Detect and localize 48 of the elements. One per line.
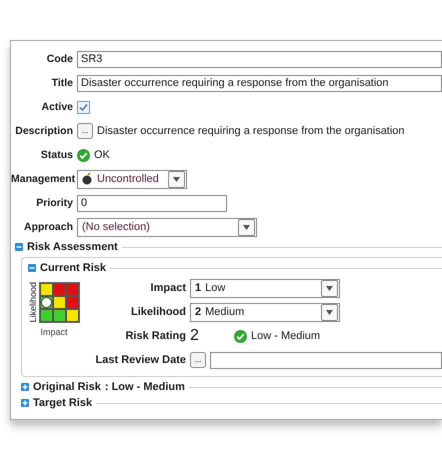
axis-label: Impact xyxy=(40,327,68,337)
field-label: Management xyxy=(11,173,73,185)
collapse-icon[interactable] xyxy=(15,243,23,251)
caret-icon xyxy=(173,176,180,182)
level-number: 2 xyxy=(195,306,202,318)
field-label: Status xyxy=(40,149,73,161)
bomb-icon xyxy=(82,173,93,185)
field-label: Approach xyxy=(22,221,73,233)
checkbox[interactable] xyxy=(77,100,90,114)
text-field[interactable]: SR3 xyxy=(77,50,442,68)
section-summary: : Low - Medium xyxy=(104,381,185,393)
field-label: Likelihood xyxy=(130,306,186,318)
caret-icon xyxy=(243,224,250,230)
dropdown[interactable]: Uncontrolled xyxy=(77,170,187,188)
caret-icon xyxy=(326,310,333,314)
risk-matrix xyxy=(39,282,80,323)
field-label: Risk Rating xyxy=(124,330,186,342)
field-label: Impact xyxy=(150,282,186,294)
text-field[interactable]: 0 xyxy=(77,194,227,212)
rating-text: Low - Medium xyxy=(251,330,320,342)
level-number: 1 xyxy=(195,282,202,294)
section-title: Target Risk xyxy=(33,397,92,409)
collapse-icon[interactable] xyxy=(28,264,36,272)
section-title: Risk Assessment xyxy=(27,241,118,253)
dropdown[interactable]: 2 Medium xyxy=(190,302,340,322)
dropdown[interactable]: (No selection) xyxy=(77,218,257,236)
text-field[interactable]: Disaster occurrence requiring a response from the organisation xyxy=(77,74,442,92)
status-text: OK xyxy=(94,149,110,161)
expand-icon[interactable] xyxy=(21,383,29,391)
field-label: Last Review Date xyxy=(94,354,186,366)
check-circle-icon xyxy=(234,330,247,342)
rating-value: 2 xyxy=(190,327,200,345)
caret-icon xyxy=(326,286,333,290)
ellipsis-button[interactable]: ... xyxy=(77,123,93,139)
field-label: Code xyxy=(46,53,73,65)
field-label: Title xyxy=(50,77,73,89)
section-title: Original Risk xyxy=(33,381,101,393)
field-label: Active xyxy=(40,101,73,113)
field-label: Description xyxy=(14,125,73,137)
dropdown[interactable]: 1 Low xyxy=(190,278,340,298)
expand-icon[interactable] xyxy=(21,399,29,407)
section-title: Current Risk xyxy=(40,262,106,274)
description-text: Disaster occurrence requiring a response from the organisation xyxy=(97,125,405,137)
date-field[interactable] xyxy=(210,352,442,368)
check-circle-icon xyxy=(77,148,90,162)
ellipsis-button[interactable]: ... xyxy=(190,352,206,368)
axis-label: Likelihood xyxy=(28,282,37,323)
field-label: Priority xyxy=(35,197,73,209)
